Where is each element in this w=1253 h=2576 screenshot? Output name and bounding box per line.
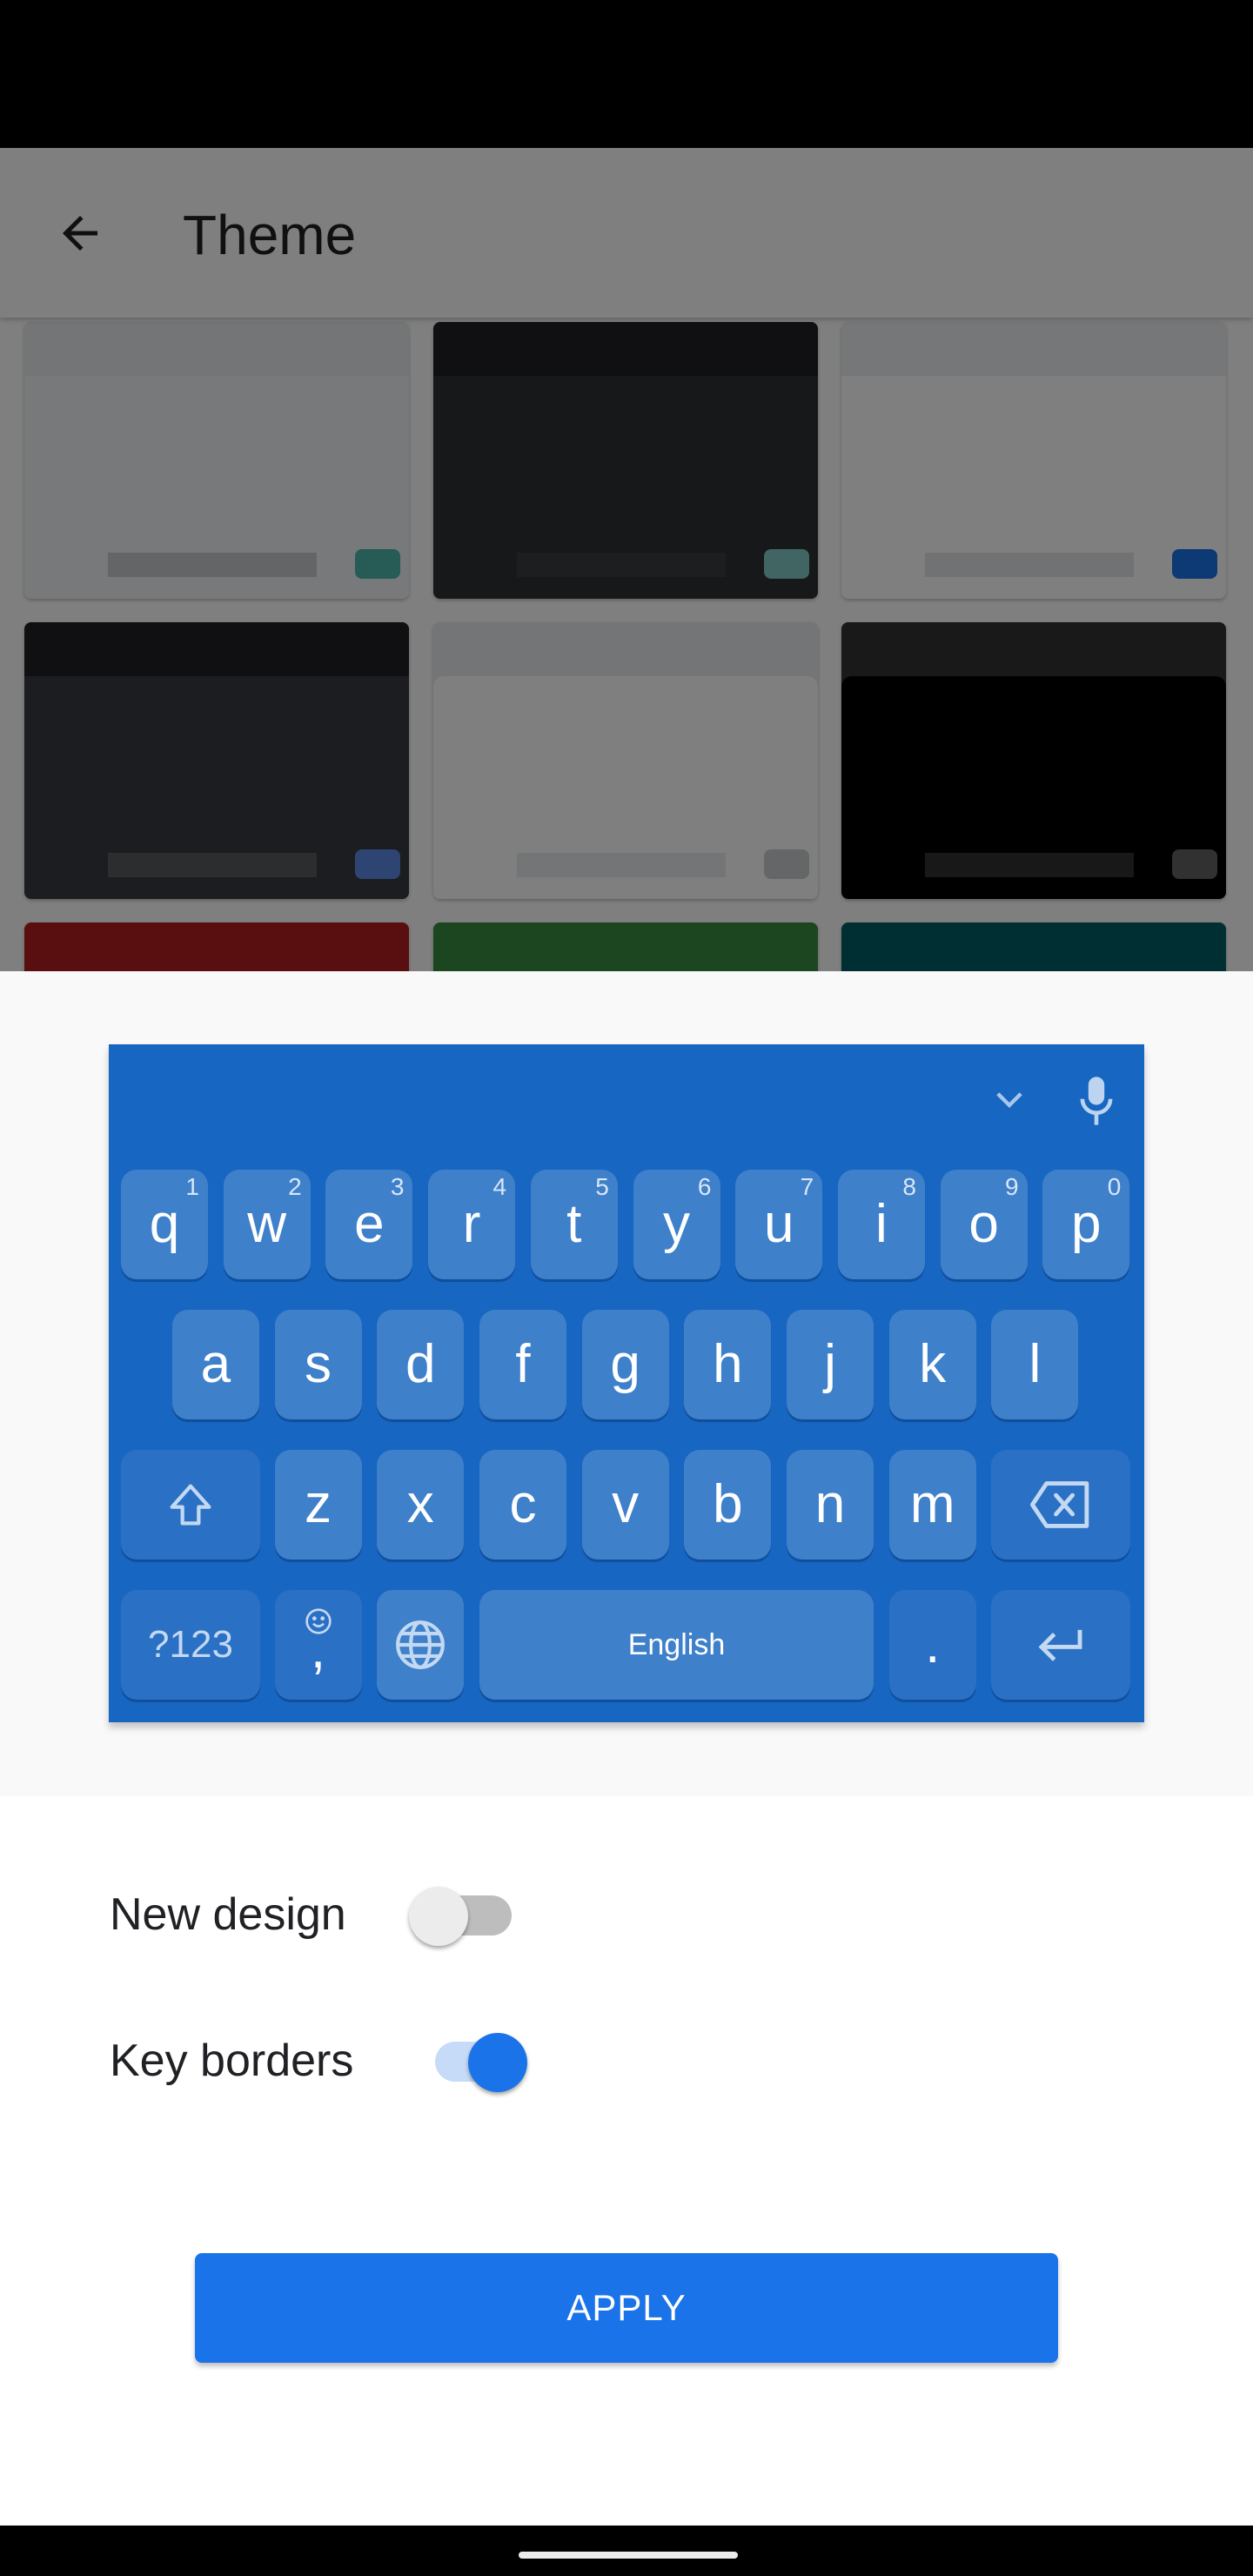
comma-label: , bbox=[310, 1620, 326, 1680]
apply-button[interactable]: APPLY bbox=[195, 2253, 1058, 2363]
key-number-hint: 7 bbox=[800, 1173, 814, 1200]
key-number-hint: 8 bbox=[902, 1173, 916, 1200]
new-design-switch[interactable] bbox=[409, 1883, 513, 1949]
globe-icon bbox=[393, 1618, 447, 1672]
preview-area: q 1 w 2 e 3 r 4 t 5 y 6 u 7 i 8 o 9 p 0 a s d f g h j k l z x c v b n m ?123… bbox=[0, 971, 1253, 1796]
symbols-label: ?123 bbox=[148, 1623, 233, 1666]
key-n[interactable]: n bbox=[787, 1450, 874, 1560]
key-label: f bbox=[515, 1334, 531, 1394]
key-u[interactable]: u7 bbox=[735, 1170, 823, 1279]
key-j[interactable]: j bbox=[787, 1310, 874, 1419]
key-y[interactable]: y6 bbox=[633, 1170, 720, 1279]
key-o[interactable]: o9 bbox=[940, 1170, 1028, 1279]
key-x[interactable]: x bbox=[377, 1450, 465, 1560]
key-label: g bbox=[610, 1334, 640, 1394]
language-key[interactable] bbox=[377, 1590, 465, 1700]
key-k[interactable]: k bbox=[888, 1310, 976, 1419]
new-design-row: New design bbox=[110, 1871, 346, 1958]
key-label: n bbox=[814, 1474, 846, 1534]
key-label: w bbox=[247, 1194, 287, 1254]
key-label: s bbox=[305, 1334, 332, 1394]
key-label: o bbox=[968, 1194, 999, 1254]
key-g[interactable]: g bbox=[581, 1310, 669, 1419]
key-label: i bbox=[875, 1194, 888, 1254]
key-label: x bbox=[406, 1474, 434, 1534]
comma-key[interactable]: , bbox=[274, 1590, 362, 1700]
chevron-down-icon[interactable] bbox=[979, 1070, 1040, 1131]
key-z[interactable]: z bbox=[274, 1450, 362, 1560]
key-q[interactable]: q1 bbox=[121, 1170, 208, 1279]
key-number-hint: 3 bbox=[390, 1173, 405, 1200]
key-borders-switch[interactable] bbox=[435, 2029, 539, 2096]
keyboard-preview: q 1 w 2 e 3 r 4 t 5 y 6 u 7 i 8 o 9 p 0 a s d f g h j k l z x c v b n m ?123… bbox=[109, 1044, 1144, 1722]
key-label: r bbox=[462, 1194, 481, 1254]
key-e[interactable]: e3 bbox=[325, 1170, 413, 1279]
key-number-hint: 4 bbox=[492, 1173, 507, 1200]
key-label: u bbox=[763, 1194, 794, 1254]
symbols-key[interactable]: ?123 bbox=[121, 1590, 260, 1700]
home-handle[interactable] bbox=[519, 2552, 738, 2559]
key-s[interactable]: s bbox=[274, 1310, 362, 1419]
key-label: h bbox=[713, 1334, 743, 1394]
backspace-key[interactable] bbox=[991, 1450, 1131, 1560]
key-label: v bbox=[612, 1474, 640, 1534]
key-label: t bbox=[566, 1194, 582, 1254]
space-label: English bbox=[627, 1628, 726, 1661]
key-label: c bbox=[509, 1474, 537, 1534]
key-p[interactable]: p0 bbox=[1042, 1170, 1130, 1279]
key-i[interactable]: i8 bbox=[837, 1170, 925, 1279]
key-v[interactable]: v bbox=[581, 1450, 669, 1560]
key-label: l bbox=[1029, 1334, 1042, 1394]
period-label: . bbox=[925, 1614, 941, 1674]
key-m[interactable]: m bbox=[888, 1450, 976, 1560]
key-label: e bbox=[354, 1194, 385, 1254]
status-bar bbox=[0, 0, 1253, 148]
key-r[interactable]: r4 bbox=[428, 1170, 516, 1279]
key-number-hint: 9 bbox=[1005, 1173, 1019, 1200]
new-design-label: New design bbox=[110, 1889, 346, 1940]
key-label: d bbox=[405, 1334, 436, 1394]
key-borders-row: Key borders bbox=[110, 2017, 353, 2104]
key-w[interactable]: w2 bbox=[223, 1170, 311, 1279]
shift-icon bbox=[163, 1477, 218, 1533]
key-number-hint: 6 bbox=[697, 1173, 712, 1200]
theme-preview-sheet: q 1 w 2 e 3 r 4 t 5 y 6 u 7 i 8 o 9 p 0 a s d f g h j k l z x c v b n m ?123… bbox=[0, 971, 1253, 2526]
key-number-hint: 5 bbox=[595, 1173, 609, 1200]
navigation-bar bbox=[0, 2526, 1253, 2576]
key-label: p bbox=[1071, 1194, 1102, 1254]
key-number-hint: 0 bbox=[1107, 1173, 1122, 1200]
shift-key[interactable] bbox=[121, 1450, 260, 1560]
space-key[interactable]: English bbox=[479, 1590, 874, 1700]
enter-icon bbox=[1035, 1626, 1087, 1664]
microphone-icon[interactable] bbox=[1066, 1062, 1127, 1140]
enter-key[interactable] bbox=[991, 1590, 1131, 1700]
key-l[interactable]: l bbox=[991, 1310, 1079, 1419]
key-label: j bbox=[824, 1334, 836, 1394]
key-label: k bbox=[919, 1334, 947, 1394]
key-label: a bbox=[200, 1334, 231, 1394]
key-number-hint: 2 bbox=[288, 1173, 302, 1200]
key-b[interactable]: b bbox=[684, 1450, 772, 1560]
key-label: y bbox=[663, 1194, 690, 1254]
key-h[interactable]: h bbox=[684, 1310, 772, 1419]
key-f[interactable]: f bbox=[479, 1310, 566, 1419]
key-d[interactable]: d bbox=[377, 1310, 465, 1419]
key-number-hint: 1 bbox=[185, 1173, 199, 1200]
key-label: q bbox=[149, 1194, 180, 1254]
backspace-icon bbox=[1028, 1479, 1094, 1531]
period-key[interactable]: . bbox=[888, 1590, 976, 1700]
key-borders-label: Key borders bbox=[110, 2036, 354, 2086]
key-t[interactable]: t5 bbox=[530, 1170, 618, 1279]
key-a[interactable]: a bbox=[171, 1310, 259, 1419]
key-c[interactable]: c bbox=[479, 1450, 566, 1560]
key-label: m bbox=[909, 1474, 955, 1534]
key-label: b bbox=[713, 1474, 743, 1534]
scrim-overlay[interactable] bbox=[0, 148, 1253, 971]
key-label: z bbox=[305, 1474, 332, 1534]
